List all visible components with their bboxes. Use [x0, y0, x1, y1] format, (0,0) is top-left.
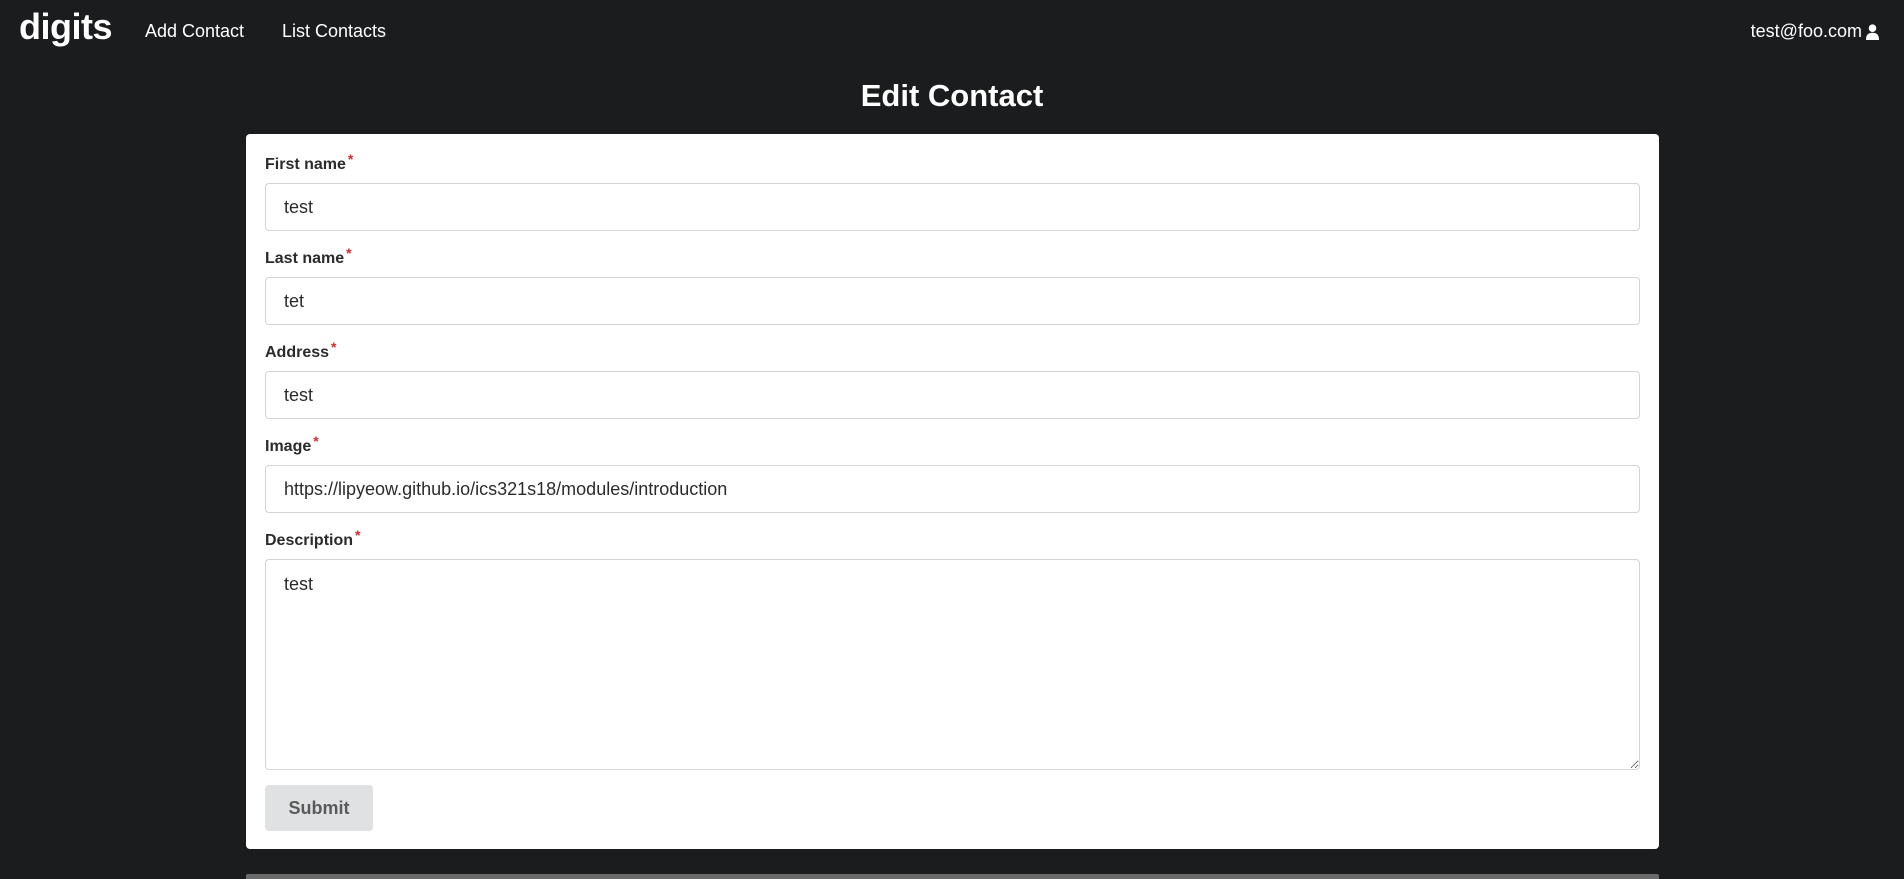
nav-list-contacts[interactable]: List Contacts: [282, 21, 386, 42]
description-textarea[interactable]: test: [265, 559, 1640, 770]
address-field: Address *: [265, 339, 1640, 419]
user-icon: [1866, 23, 1879, 40]
first-name-input[interactable]: [265, 183, 1640, 231]
description-label: Description *: [265, 527, 361, 549]
nav-add-contact[interactable]: Add Contact: [145, 21, 244, 42]
first-name-label: First name *: [265, 151, 354, 173]
required-marker: *: [313, 433, 319, 449]
submit-button[interactable]: Submit: [265, 785, 373, 831]
last-name-input[interactable]: [265, 277, 1640, 325]
user-menu[interactable]: test@foo.com: [1751, 21, 1879, 42]
bottom-edge: [246, 874, 1659, 879]
brand-logo[interactable]: digits: [19, 6, 113, 48]
user-email: test@foo.com: [1750, 21, 1862, 41]
required-marker: *: [355, 527, 361, 543]
image-input[interactable]: [265, 465, 1640, 513]
required-marker: *: [347, 151, 354, 167]
first-name-field: First name *: [265, 151, 1640, 231]
edit-contact-form: First name* Last name* Address* Image* D…: [246, 134, 1659, 849]
last-name-field: Last name *: [265, 245, 1640, 325]
page-title: Edit Contact: [860, 78, 1044, 113]
image-label: Image *: [265, 433, 319, 455]
last-name-label: Last name *: [265, 245, 352, 267]
required-marker: *: [346, 245, 352, 261]
image-field: Image *: [265, 433, 1640, 513]
address-input[interactable]: [265, 371, 1640, 419]
top-navbar: digits Add Contact List Contacts test@fo…: [0, 0, 1904, 66]
description-field: Description * test: [265, 527, 1640, 775]
address-label: Address *: [265, 339, 337, 361]
required-marker: *: [331, 339, 337, 355]
